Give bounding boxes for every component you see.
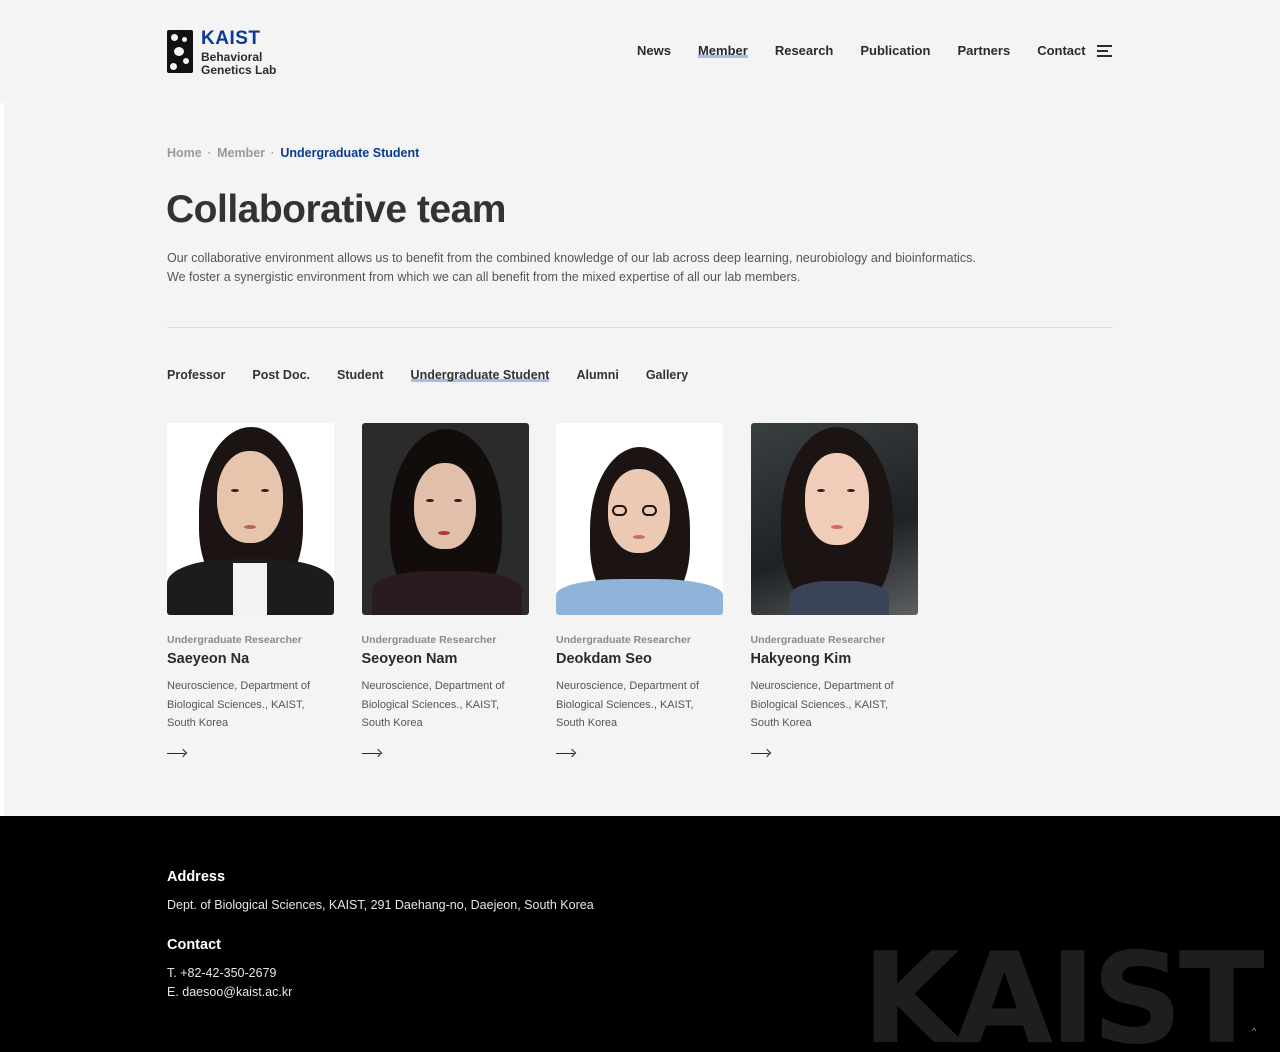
breadcrumb-current: Undergraduate Student (280, 146, 420, 160)
tab-gallery[interactable]: Gallery (646, 367, 688, 383)
member-tabs: Professor Post Doc. Student Undergraduat… (167, 367, 715, 383)
member-name: Seoyeon Nam (361, 651, 458, 667)
member-card: Undergraduate Researcher Deokdam Seo Neu… (556, 423, 723, 759)
footer-phone: T. +82-42-350-2679 (167, 966, 277, 980)
member-name: Saeyeon Na (167, 651, 250, 667)
tab-post-doc[interactable]: Post Doc. (252, 367, 310, 383)
tab-undergraduate-student[interactable]: Undergraduate Student (410, 367, 550, 383)
nav-partners[interactable]: Partners (957, 43, 1010, 59)
member-role: Undergraduate Researcher (167, 634, 302, 646)
breadcrumb-home[interactable]: Home (167, 146, 202, 160)
member-photo[interactable] (361, 423, 529, 615)
breadcrumb-separator: · (207, 147, 212, 159)
member-role: Undergraduate Researcher (750, 634, 886, 646)
nav-contact[interactable]: Contact (1037, 43, 1085, 59)
tab-professor[interactable]: Professor (167, 367, 225, 383)
arrow-right-icon[interactable] (750, 749, 771, 759)
member-affiliation: Neuroscience, Department of Biological S… (751, 677, 918, 733)
nav-member[interactable]: Member (697, 43, 748, 59)
member-role: Undergraduate Researcher (556, 634, 691, 646)
description-line-2: We foster a synergistic environment from… (167, 270, 801, 284)
hamburger-icon[interactable] (1097, 45, 1113, 57)
scroll-top-icon[interactable]: ^ (1252, 1026, 1256, 1036)
member-name: Hakyeong Kim (750, 651, 852, 667)
breadcrumb: Home · Member · Undergraduate Student (167, 146, 419, 160)
arrow-right-icon[interactable] (361, 749, 382, 759)
section-divider (167, 327, 1113, 328)
member-affiliation: Neuroscience, Department of Biological S… (362, 677, 529, 733)
left-edge (0, 103, 4, 816)
main-nav: News Member Research Publication Partner… (637, 43, 1113, 59)
affiliation-line: Biological Sciences., KAIST, (167, 698, 305, 711)
member-affiliation: Neuroscience, Department of Biological S… (167, 677, 334, 733)
description-line-1: Our collaborative environment allows us … (167, 251, 976, 265)
footer-email[interactable]: E. daesoo@kaist.ac.kr (167, 983, 292, 1002)
affiliation-line: Neuroscience, Department of (556, 680, 700, 692)
affiliation-line: Biological Sciences., KAIST, (750, 698, 889, 711)
logo-title: KAIST (201, 28, 261, 49)
member-role: Undergraduate Researcher (361, 634, 497, 646)
affiliation-line: South Korea (167, 717, 229, 729)
breadcrumb-member[interactable]: Member (217, 146, 265, 160)
nav-news[interactable]: News (637, 43, 671, 59)
member-card: Undergraduate Researcher Saeyeon Na Neur… (167, 423, 334, 759)
member-list: Undergraduate Researcher Saeyeon Na Neur… (167, 423, 945, 759)
member-card: Undergraduate Researcher Hakyeong Kim Ne… (750, 423, 918, 759)
affiliation-line: South Korea (361, 717, 423, 729)
breadcrumb-separator: · (271, 147, 275, 159)
member-photo[interactable] (750, 423, 918, 615)
member-photo[interactable] (167, 423, 334, 615)
affiliation-line: Biological Sciences., KAIST, (556, 698, 694, 711)
tab-alumni[interactable]: Alumni (576, 367, 618, 383)
affiliation-line: Biological Sciences., KAIST, (361, 698, 500, 711)
site-header: KAIST Behavioral Genetics Lab News Membe… (0, 0, 1280, 103)
page-title: Collaborative team (166, 188, 506, 231)
nav-research[interactable]: Research (775, 43, 834, 59)
kaist-wordmark: KAIST (862, 925, 1265, 1052)
footer-contact-heading: Contact (167, 937, 221, 953)
footer-address-heading: Address (167, 869, 226, 885)
member-photo[interactable] (556, 423, 723, 615)
affiliation-line: South Korea (556, 717, 618, 729)
site-logo[interactable]: KAIST Behavioral Genetics Lab (167, 28, 287, 77)
affiliation-line: Neuroscience, Department of (167, 680, 311, 692)
logo-subtitle-2: Genetics Lab (201, 63, 277, 77)
member-card: Undergraduate Researcher Seoyeon Nam Neu… (361, 423, 529, 759)
affiliation-line: South Korea (750, 717, 812, 729)
lab-logo-icon (167, 30, 193, 73)
footer-address: Dept. of Biological Sciences, KAIST, 291… (167, 898, 594, 912)
member-affiliation: Neuroscience, Department of Biological S… (556, 677, 723, 733)
tab-student[interactable]: Student (337, 367, 384, 383)
page-description: Our collaborative environment allows us … (167, 249, 1067, 287)
arrow-right-icon[interactable] (556, 749, 576, 759)
site-footer: Address Dept. of Biological Sciences, KA… (0, 816, 1280, 1052)
affiliation-line: Neuroscience, Department of (750, 680, 894, 692)
arrow-right-icon[interactable] (167, 749, 187, 759)
nav-publication[interactable]: Publication (860, 43, 930, 59)
member-name: Deokdam Seo (556, 651, 652, 667)
affiliation-line: Neuroscience, Department of (361, 680, 505, 692)
